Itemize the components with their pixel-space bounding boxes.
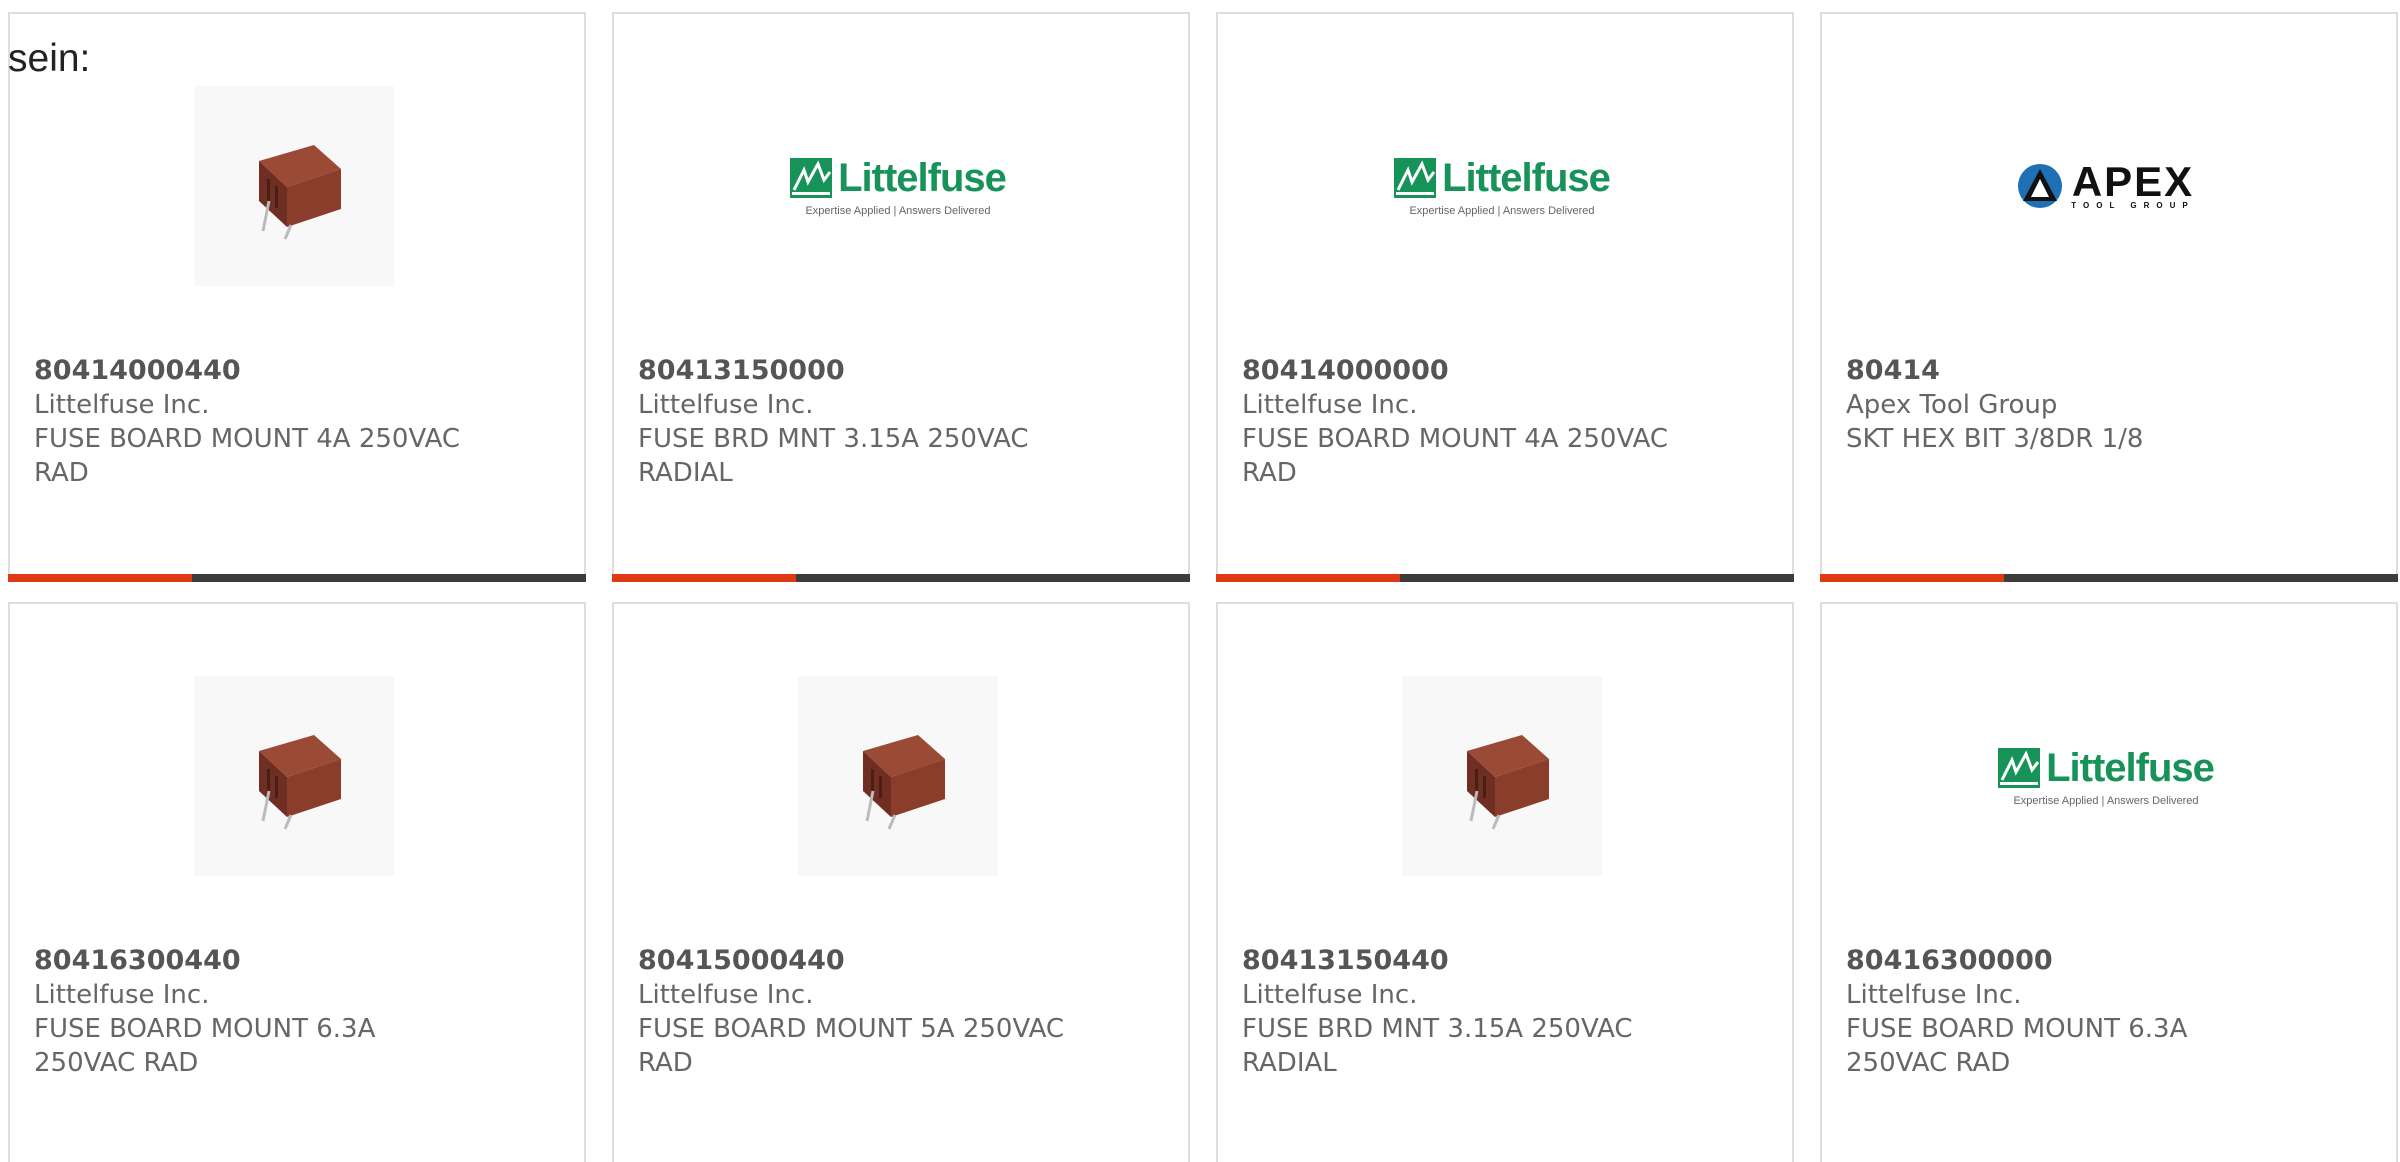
product-image[interactable]: [798, 676, 998, 876]
description-line-2: RAD: [34, 458, 89, 488]
intro-text: sein:: [8, 37, 91, 80]
fuse-image: [1402, 676, 1602, 876]
card-accent-bar: [8, 574, 586, 582]
fuse-image: [798, 676, 998, 876]
part-number[interactable]: 80416300440: [34, 944, 504, 978]
product-card[interactable]: Littelfuse Expertise Applied | Answers D…: [1216, 12, 1794, 582]
manufacturer: Littelfuse Inc.: [638, 390, 814, 420]
logo-wordmark: APEX: [2071, 157, 2195, 205]
product-info: 80413150440 Littelfuse Inc. FUSE BRD MNT…: [1242, 944, 1712, 1080]
logo-subtitle: TOOL GROUP: [2071, 200, 2195, 210]
logo-wordmark: Littelfuse: [2046, 745, 2215, 790]
part-number[interactable]: 80414000440: [34, 354, 504, 388]
manufacturer: Littelfuse Inc.: [1242, 980, 1418, 1010]
manufacturer: Littelfuse Inc.: [1242, 390, 1418, 420]
part-number[interactable]: 80413150440: [1242, 944, 1712, 978]
product-image[interactable]: [194, 86, 394, 286]
logo-tagline: Expertise Applied | Answers Delivered: [805, 204, 991, 217]
littelfuse-logo: Littelfuse Expertise Applied | Answers D…: [1998, 745, 2215, 807]
logo-tagline: Expertise Applied | Answers Delivered: [2013, 794, 2199, 807]
description-line-2: 250VAC RAD: [34, 1048, 199, 1078]
manufacturer: Littelfuse Inc.: [1846, 980, 2022, 1010]
product-image[interactable]: Littelfuse Expertise Applied | Answers D…: [1998, 676, 2215, 876]
logo-wordmark: Littelfuse: [838, 155, 1007, 200]
description-line-1: FUSE BRD MNT 3.15A 250VAC: [638, 424, 1029, 454]
product-card[interactable]: 80413150440 Littelfuse Inc. FUSE BRD MNT…: [1216, 602, 1794, 1162]
product-image[interactable]: Littelfuse Expertise Applied | Answers D…: [790, 86, 1007, 286]
product-image[interactable]: Littelfuse Expertise Applied | Answers D…: [1394, 86, 1611, 286]
product-image[interactable]: [1402, 676, 1602, 876]
product-card[interactable]: 80414000440 Littelfuse Inc. FUSE BOARD M…: [8, 12, 586, 582]
product-info: 80415000440 Littelfuse Inc. FUSE BOARD M…: [638, 944, 1108, 1080]
description-line-1: SKT HEX BIT 3/8DR 1/8: [1846, 424, 2144, 454]
littelfuse-logo: Littelfuse Expertise Applied | Answers D…: [1394, 155, 1611, 217]
description-line-1: FUSE BOARD MOUNT 5A 250VAC: [638, 1014, 1065, 1044]
part-number[interactable]: 80413150000: [638, 354, 1108, 388]
product-card[interactable]: 80415000440 Littelfuse Inc. FUSE BOARD M…: [612, 602, 1190, 1162]
littelfuse-logo-mark: [1394, 158, 1437, 198]
description-line-2: RAD: [1242, 458, 1297, 488]
part-number[interactable]: 80414: [1846, 354, 2316, 388]
part-number[interactable]: 80415000440: [638, 944, 1108, 978]
product-info: 80416300440 Littelfuse Inc. FUSE BOARD M…: [34, 944, 504, 1080]
description-line-1: FUSE BOARD MOUNT 4A 250VAC: [1242, 424, 1669, 454]
description-line-1: FUSE BOARD MOUNT 4A 250VAC: [34, 424, 461, 454]
description-line-2: 250VAC RAD: [1846, 1048, 2011, 1078]
description-line-1: FUSE BRD MNT 3.15A 250VAC: [1242, 1014, 1633, 1044]
apex-logo: APEX TOOL GROUP: [2017, 157, 2195, 210]
card-accent-bar: [1216, 574, 1794, 582]
fuse-image: [194, 86, 394, 286]
product-card[interactable]: Littelfuse Expertise Applied | Answers D…: [1820, 602, 2398, 1162]
product-image[interactable]: [194, 676, 394, 876]
description-line-2: RAD: [638, 1048, 693, 1078]
littelfuse-logo: Littelfuse Expertise Applied | Answers D…: [790, 155, 1007, 217]
product-card[interactable]: APEX TOOL GROUP 80414 Apex Tool Group SK…: [1820, 12, 2398, 582]
logo-wordmark: Littelfuse: [1442, 155, 1611, 200]
product-grid: 80414000440 Littelfuse Inc. FUSE BOARD M…: [0, 0, 2400, 1162]
product-card[interactable]: Littelfuse Expertise Applied | Answers D…: [612, 12, 1190, 582]
part-number[interactable]: 80414000000: [1242, 354, 1712, 388]
description-line-2: RADIAL: [1242, 1048, 1337, 1078]
littelfuse-logo-mark: [1998, 748, 2041, 788]
manufacturer: Littelfuse Inc.: [34, 390, 210, 420]
page: sein: 80414000440 Littelfuse Inc. FUSE B…: [0, 0, 2400, 1162]
description-line-2: RADIAL: [638, 458, 733, 488]
manufacturer: Apex Tool Group: [1846, 390, 2058, 420]
product-info: 80416300000 Littelfuse Inc. FUSE BOARD M…: [1846, 944, 2316, 1080]
product-image[interactable]: APEX TOOL GROUP: [2006, 86, 2206, 286]
description-line-1: FUSE BOARD MOUNT 6.3A: [1846, 1014, 2188, 1044]
fuse-image: [194, 676, 394, 876]
part-number[interactable]: 80416300000: [1846, 944, 2316, 978]
product-info: 80414000440 Littelfuse Inc. FUSE BOARD M…: [34, 354, 504, 490]
littelfuse-logo-mark: [790, 158, 833, 198]
manufacturer: Littelfuse Inc.: [638, 980, 814, 1010]
card-accent-bar: [1820, 574, 2398, 582]
product-info: 80413150000 Littelfuse Inc. FUSE BRD MNT…: [638, 354, 1108, 490]
description-line-1: FUSE BOARD MOUNT 6.3A: [34, 1014, 376, 1044]
product-info: 80414000000 Littelfuse Inc. FUSE BOARD M…: [1242, 354, 1712, 490]
card-accent-bar: [612, 574, 1190, 582]
manufacturer: Littelfuse Inc.: [34, 980, 210, 1010]
product-card[interactable]: 80416300440 Littelfuse Inc. FUSE BOARD M…: [8, 602, 586, 1162]
logo-tagline: Expertise Applied | Answers Delivered: [1409, 204, 1595, 217]
product-info: 80414 Apex Tool Group SKT HEX BIT 3/8DR …: [1846, 354, 2316, 456]
apex-logo-mark: [2018, 164, 2063, 208]
